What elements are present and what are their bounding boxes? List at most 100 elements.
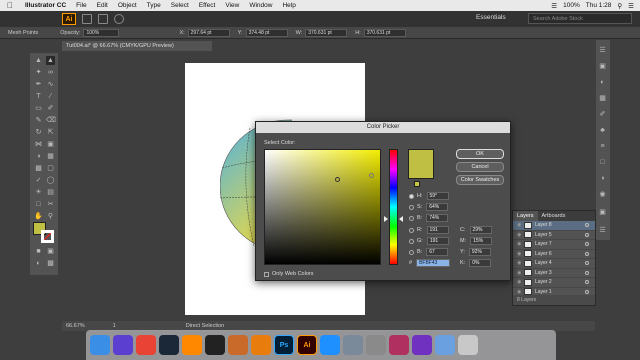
arrange-documents-icon[interactable] <box>98 14 108 24</box>
gamecenter-app-icon[interactable] <box>389 335 409 355</box>
apple-icon[interactable]:  <box>0 1 20 10</box>
rectangle-tool-icon[interactable]: ▭ <box>34 104 43 113</box>
finder-app-icon[interactable] <box>90 335 110 355</box>
eye-icon[interactable]: ◉ <box>517 270 522 276</box>
target-icon[interactable] <box>585 280 589 285</box>
red-radio[interactable] <box>409 227 414 233</box>
layer-row[interactable]: ◉ Layer 3 <box>513 269 595 278</box>
color-mode-icon[interactable]: ■ <box>34 247 43 256</box>
stroke-panel-icon[interactable]: ≡ <box>598 142 607 151</box>
rotate-icon[interactable]: ↻ <box>34 128 43 137</box>
blue-field[interactable]: 67 <box>426 248 449 256</box>
hex-field[interactable]: BFBF43 <box>416 259 451 267</box>
pen-tool-icon[interactable]: ✒ <box>34 80 43 89</box>
web-colors-checkbox[interactable] <box>264 271 269 277</box>
red-field[interactable]: 191 <box>426 226 449 234</box>
menu-view[interactable]: View <box>220 2 244 9</box>
chrome-app-icon[interactable] <box>136 335 156 355</box>
saturation-brightness-field[interactable] <box>264 149 381 265</box>
hand-tool-icon[interactable]: ✋ <box>34 212 43 221</box>
green-field[interactable]: 191 <box>426 237 449 245</box>
curvature-icon[interactable]: ∿ <box>46 80 55 89</box>
selection-tool-icon[interactable]: ▲ <box>34 56 43 65</box>
layer-name[interactable]: Layer 5 <box>535 232 552 238</box>
brightness-radio[interactable] <box>409 215 414 221</box>
ok-button[interactable]: OK <box>456 149 504 159</box>
layer-row[interactable]: ◉ Layer 6 <box>513 250 595 259</box>
scale-icon[interactable]: ⇱ <box>46 128 55 137</box>
menu-app-name[interactable]: Illustrator CC <box>20 2 71 9</box>
blender-app-icon[interactable] <box>251 335 271 355</box>
layer-name[interactable]: Layer 7 <box>535 241 552 247</box>
mesh-tool-icon[interactable]: ▩ <box>34 164 43 173</box>
layer-name[interactable]: Layer 8 <box>535 222 552 228</box>
menu-file[interactable]: File <box>71 2 91 9</box>
magenta-field[interactable]: 15% <box>470 237 493 245</box>
video-app-icon[interactable] <box>412 335 432 355</box>
cancel-button[interactable]: Cancel <box>456 162 504 172</box>
trash-app-icon[interactable] <box>458 335 478 355</box>
hue-field[interactable]: 59° <box>426 192 449 200</box>
hue-slider-right-arrow[interactable] <box>399 216 403 222</box>
current-tool-label[interactable]: Direct Selection <box>186 323 225 329</box>
shape-builder-icon[interactable]: ◑ <box>34 152 43 161</box>
gradient-tool-icon[interactable]: ▢ <box>46 164 55 173</box>
target-icon[interactable] <box>585 270 589 275</box>
line-tool-icon[interactable]: ∕ <box>46 92 55 101</box>
target-icon[interactable] <box>585 242 589 247</box>
eraser-icon[interactable]: ⌫ <box>46 116 56 125</box>
document-tab[interactable]: Tut004.ai* @ 66.67% (CMYK/GPU Preview) <box>62 41 212 51</box>
target-icon[interactable] <box>585 251 589 256</box>
screen-mode-icon[interactable]: ▩ <box>46 259 55 268</box>
zoom-tool-icon[interactable]: ⚲ <box>46 212 55 221</box>
illustrator-app-icon[interactable]: Ai <box>297 335 317 355</box>
workspace-switcher[interactable]: Essentials <box>476 14 506 21</box>
green-radio[interactable] <box>409 238 414 244</box>
eye-icon[interactable]: ◉ <box>517 241 522 247</box>
magic-wand-icon[interactable]: ✦ <box>34 68 43 77</box>
notifications-icon[interactable]: ☰ <box>628 2 634 10</box>
layer-row[interactable]: ◉ Layer 7 <box>513 240 595 250</box>
w-field[interactable]: 370.631 pt <box>305 28 348 37</box>
settings-app-icon[interactable] <box>366 335 386 355</box>
menu-select[interactable]: Select <box>166 2 194 9</box>
hue-slider-left-arrow[interactable] <box>384 216 388 222</box>
photo-app-icon[interactable] <box>343 335 363 355</box>
type-tool-icon[interactable]: T <box>34 92 43 101</box>
symbols-panel-icon[interactable]: ♣ <box>598 126 607 135</box>
draw-mode-icon[interactable]: ◐ <box>34 259 43 268</box>
eyedropper-icon[interactable]: ✓ <box>34 176 43 185</box>
stroke-swatch[interactable] <box>41 230 54 243</box>
spotlight-icon[interactable]: ⚲ <box>617 2 622 10</box>
clock[interactable]: Thu 1:28 <box>586 2 612 9</box>
web-colors-option[interactable]: Only Web Colors <box>264 271 313 277</box>
color-panel-icon[interactable]: ◐ <box>598 78 607 87</box>
wifi-icon[interactable]: ☰ <box>551 2 557 10</box>
battery-percent[interactable]: 100% <box>563 2 580 9</box>
graph-tool-icon[interactable]: ▤ <box>46 188 55 197</box>
lasso-icon[interactable]: ∞ <box>46 68 55 77</box>
menu-effect[interactable]: Effect <box>194 2 221 9</box>
brightness-field[interactable]: 74% <box>426 214 449 222</box>
layer-row[interactable]: ◉ Layer 5 <box>513 231 595 240</box>
out-of-gamut-swatch[interactable] <box>414 181 420 187</box>
layer-name[interactable]: Layer 6 <box>535 251 552 257</box>
layer-name[interactable]: Layer 4 <box>535 260 552 266</box>
eye-icon[interactable]: ◉ <box>517 222 522 228</box>
blend-tool-icon[interactable]: ◯ <box>46 176 55 185</box>
eye-icon[interactable]: ◉ <box>517 232 522 238</box>
symbol-sprayer-icon[interactable]: ☀ <box>34 188 43 197</box>
cyan-field[interactable]: 29% <box>469 226 492 234</box>
layer-row[interactable]: ◉ Layer 4 <box>513 259 595 269</box>
brush-icon[interactable] <box>114 14 124 24</box>
menu-type[interactable]: Type <box>142 2 166 9</box>
layer-name[interactable]: Layer 3 <box>535 270 552 276</box>
appearance-panel-icon[interactable]: ◉ <box>598 190 607 199</box>
brushes-panel-icon[interactable]: ✐ <box>598 110 607 119</box>
gradient-panel-icon[interactable]: □ <box>598 158 607 167</box>
hue-slider[interactable] <box>389 149 398 265</box>
target-icon[interactable] <box>585 223 589 228</box>
saturation-field[interactable]: 64% <box>426 203 449 211</box>
eye-icon[interactable]: ◉ <box>517 251 522 257</box>
target-icon[interactable] <box>585 232 589 237</box>
